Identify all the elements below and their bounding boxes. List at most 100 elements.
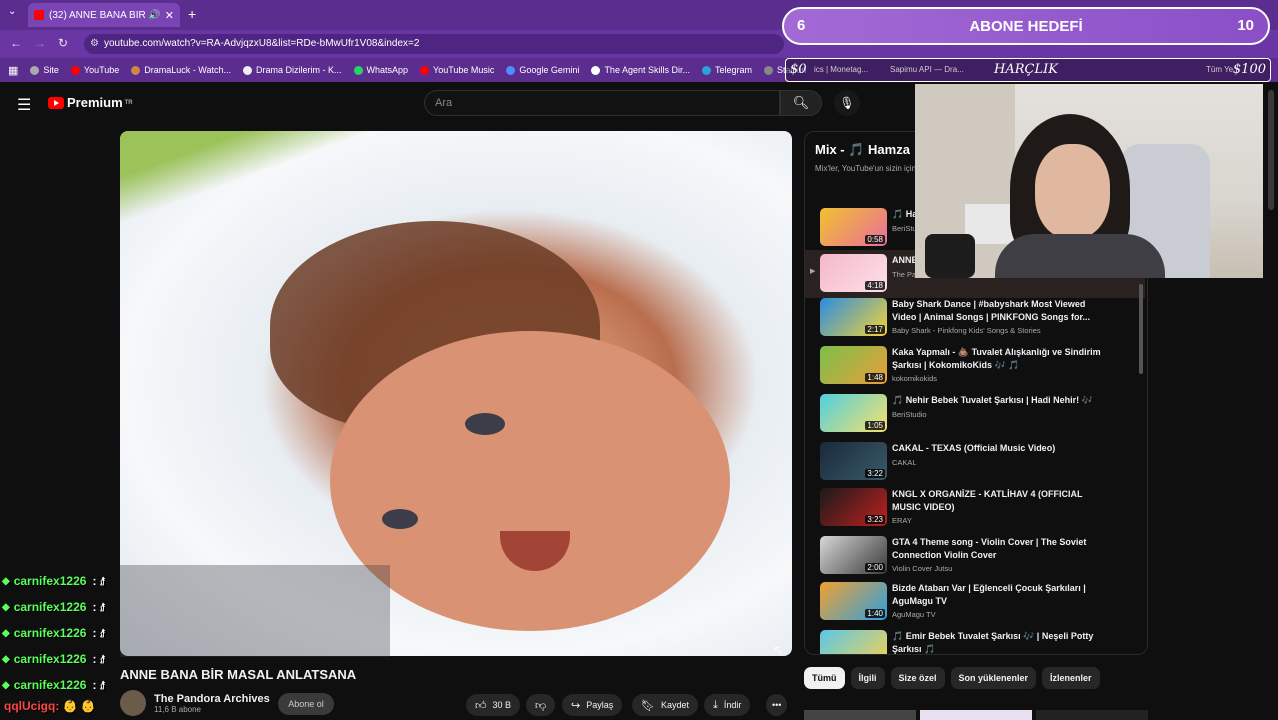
recommendation-thumbnail[interactable] xyxy=(920,710,1032,720)
webcam-person-body xyxy=(995,234,1165,278)
search-input[interactable]: Ara xyxy=(424,90,780,116)
voice-search-button[interactable]: 🎙︎ xyxy=(834,90,860,116)
playlist-thumbnail[interactable]: 2:00 xyxy=(820,536,887,574)
logo-text: Premium xyxy=(67,95,123,110)
playlist-item-title[interactable]: 🎵 Emir Bebek Tuvalet Şarkısı 🎶 | Neşeli … xyxy=(892,630,1112,654)
chat-message: : 🖞 xyxy=(92,573,105,588)
chat-user: carnifex1226 xyxy=(13,574,87,588)
playlist-item-title[interactable]: GTA 4 Theme song - Violin Cover | The So… xyxy=(892,536,1112,562)
playlist-item-channel: BeriStudio xyxy=(892,410,927,419)
filter-chip[interactable]: Son yüklenenler xyxy=(950,667,1037,689)
search-button[interactable]: 🔍︎ xyxy=(780,90,822,116)
recommendation-thumbnail[interactable] xyxy=(804,710,916,720)
chat-message: : 🖞 xyxy=(92,651,105,666)
playlist-item-title[interactable]: Bizde Atabarı Var | Eğlenceli Çocuk Şark… xyxy=(892,582,1112,608)
playlist-item-title[interactable]: KNGL X ORGANİZE - KATLİHAV 4 (OFFICIAL M… xyxy=(892,488,1112,514)
playlist-thumbnail[interactable]: 1:11 xyxy=(820,630,887,654)
playlist-item-title[interactable]: 🎵 Nehir Bebek Tuvalet Şarkısı | Hadi Neh… xyxy=(892,394,1112,407)
site-info-icon[interactable]: ⚙ xyxy=(90,34,99,54)
playlist-item[interactable]: 2:00 GTA 4 Theme song - Violin Cover | Th… xyxy=(805,532,1145,580)
playlist-item[interactable]: 2:17 Baby Shark Dance | #babyshark Most V… xyxy=(805,294,1145,342)
playlist-thumbnail[interactable]: 4:18 xyxy=(820,254,887,292)
apps-grid-icon[interactable]: ▦ xyxy=(8,64,18,77)
bookmark-item[interactable]: WhatsApp xyxy=(353,65,408,75)
reload-icon[interactable]: ↻ xyxy=(58,36,68,50)
tip-target: $100 xyxy=(1232,62,1266,77)
filter-chip[interactable]: İlgili xyxy=(850,667,885,689)
badge-icon: ◆ xyxy=(2,627,10,639)
filter-chip[interactable]: İzlenenler xyxy=(1042,667,1100,689)
youtube-logo[interactable]: Premium TR xyxy=(48,95,133,110)
playlist-item-title[interactable]: Kaka Yapmalı - 💩 Tuvalet Alışkanlığı ve … xyxy=(892,346,1112,372)
playlist-thumbnail[interactable]: 1:48 xyxy=(820,346,887,384)
channel-name[interactable]: The Pandora Archives xyxy=(154,693,270,705)
bookmark-extra[interactable]: Tüm Ye xyxy=(1206,65,1233,74)
page-scrollbar[interactable] xyxy=(1268,90,1274,210)
playlist-thumbnail[interactable]: 1:05 xyxy=(820,394,887,432)
playlist-title[interactable]: Mix - 🎵 Hamza xyxy=(815,142,910,158)
bookmark-label: DramaLuck - Watch... xyxy=(144,65,231,75)
like-count: 30 B xyxy=(492,700,512,710)
playlist-item[interactable]: 1:48 Kaka Yapmalı - 💩 Tuvalet Alışkanlığı… xyxy=(805,342,1145,390)
playlist-item-channel: kokomikokids xyxy=(892,374,938,383)
browser-tab[interactable]: (32) ANNE BANA BİR MASAL 🔊 ✕ xyxy=(28,3,180,27)
bookmark-item[interactable]: Google Gemini xyxy=(506,65,579,75)
forward-icon[interactable]: → xyxy=(34,36,46,50)
chat-user: carnifex1226 xyxy=(13,652,87,666)
bookmark-item[interactable]: The Agent Skills Dir... xyxy=(591,65,690,75)
goal-label: ABONE HEDEFİ xyxy=(969,18,1083,35)
goal-target: 10 xyxy=(1237,17,1254,34)
tab-list-icon[interactable]: ⌄ xyxy=(8,6,16,17)
recommendation-thumbnail[interactable] xyxy=(1036,710,1148,720)
bookmark-favicon-icon xyxy=(242,65,252,75)
close-tab-icon[interactable]: ✕ xyxy=(165,9,174,22)
menu-icon[interactable]: ☰ xyxy=(17,95,31,115)
back-icon[interactable]: ← xyxy=(10,36,22,50)
playlist-item-title[interactable]: Baby Shark Dance | #babyshark Most Viewe… xyxy=(892,298,1112,324)
like-button[interactable]: 👍︎ 30 B xyxy=(466,694,521,716)
new-tab-icon[interactable]: + xyxy=(188,6,196,22)
bookmark-item[interactable]: Site xyxy=(30,65,59,75)
download-button[interactable]: ⤓ İndir xyxy=(704,694,751,716)
share-button[interactable]: ↪ Paylaş xyxy=(562,694,623,716)
bookmark-item[interactable]: YouTube xyxy=(70,65,119,75)
bookmark-extra[interactable]: Sapimu API — Dra... xyxy=(890,65,964,74)
playlist-thumbnail[interactable]: 2:17 xyxy=(820,298,887,336)
playlist-item-channel: The Pa xyxy=(892,270,917,279)
channel-info[interactable]: The Pandora Archives 11,6 B abone xyxy=(120,690,270,716)
filter-chip[interactable]: Tümü xyxy=(804,667,845,689)
playlist-item[interactable]: 1:05 🎵 Nehir Bebek Tuvalet Şarkısı | Hadi… xyxy=(805,390,1145,438)
bookmark-item[interactable]: Drama Dizilerim - K... xyxy=(242,65,342,75)
playlist-item[interactable]: 1:40 Bizde Atabarı Var | Eğlenceli Çocuk … xyxy=(805,578,1145,626)
duration-badge: 4:18 xyxy=(865,281,885,290)
bookmark-label: Google Gemini xyxy=(519,65,580,75)
save-button[interactable]: 🔖︎ Kaydet xyxy=(632,694,698,716)
playlist-item[interactable]: 3:23 KNGL X ORGANİZE - KATLİHAV 4 (OFFICI… xyxy=(805,484,1145,532)
playlist-thumbnail[interactable]: 1:40 xyxy=(820,582,887,620)
playlist-thumbnail[interactable]: 0:58 xyxy=(820,208,887,246)
dislike-button[interactable]: 👎︎ xyxy=(526,694,556,716)
playlist-thumbnail[interactable]: 3:22 xyxy=(820,442,887,480)
duration-badge: 3:22 xyxy=(865,469,885,478)
playlist-item[interactable]: 3:22 CAKAL - TEXAS (Official Music Video)… xyxy=(805,438,1145,486)
bookmark-favicon-icon xyxy=(764,65,773,75)
channel-avatar[interactable] xyxy=(120,690,146,716)
subscriber-goal-overlay: 6 ABONE HEDEFİ 10 xyxy=(782,7,1270,45)
webcam-microphone xyxy=(925,234,975,278)
playlist-item[interactable]: 1:11🎵 Emir Bebek Tuvalet Şarkısı 🎶 | Neş… xyxy=(805,626,1145,654)
bookmark-extra[interactable]: ics | Monetag... xyxy=(814,65,868,74)
playlist-scrollbar[interactable] xyxy=(1139,284,1143,374)
bookmark-item[interactable]: DramaLuck - Watch... xyxy=(131,65,231,75)
bookmark-item[interactable]: Telegram xyxy=(701,65,752,75)
playlist-thumbnail[interactable]: 3:23 xyxy=(820,488,887,526)
filter-chip[interactable]: Size özel xyxy=(890,667,945,689)
webcam-person-face xyxy=(1035,144,1110,239)
bookmark-favicon-icon xyxy=(70,65,80,75)
playlist-item-title[interactable]: CAKAL - TEXAS (Official Music Video) xyxy=(892,442,1112,455)
more-actions-button[interactable]: ••• xyxy=(766,694,788,716)
save-label: Kaydet xyxy=(660,700,689,710)
subscribe-button[interactable]: Abone ol xyxy=(278,693,334,715)
bookmark-item[interactable]: YouTube Music xyxy=(420,65,494,75)
url-field[interactable]: ⚙ youtube.com/watch?v=RA-AdvjqzxU8&list=… xyxy=(84,34,784,54)
now-playing-icon: ▶ xyxy=(810,268,816,275)
